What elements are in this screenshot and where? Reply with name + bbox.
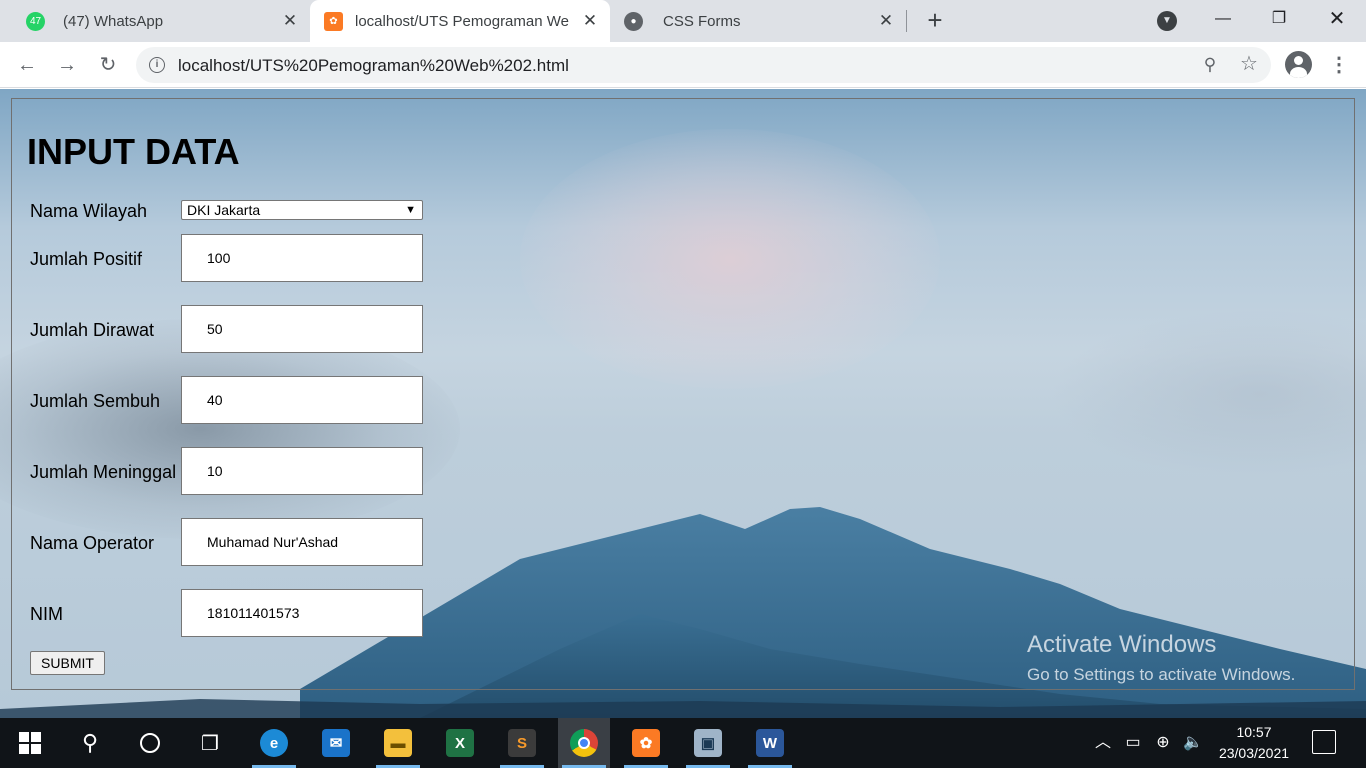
system-clock[interactable]: 10:57 23/03/2021	[1204, 722, 1304, 764]
cortana-icon[interactable]	[124, 718, 176, 768]
start-icon[interactable]	[4, 718, 56, 768]
sublime-text-icon[interactable]: S	[496, 718, 548, 768]
nim-input[interactable]: 181011401573	[181, 589, 423, 637]
close-tab-icon[interactable]: ✕	[876, 11, 896, 31]
minimize-icon[interactable]: —	[1208, 6, 1238, 32]
page-viewport: INPUT DATA Nama Wilayah DKI Jakarta ▼ Ju…	[0, 89, 1366, 718]
word-icon[interactable]: W	[744, 718, 796, 768]
label-jumlah-meninggal: Jumlah Meninggal	[30, 462, 177, 482]
profile-avatar-icon[interactable]	[1285, 51, 1312, 78]
tab-title: CSS Forms	[663, 12, 741, 30]
excel-icon[interactable]: X	[434, 718, 486, 768]
xampp-icon[interactable]: ✿	[620, 718, 672, 768]
chevron-down-icon: ▼	[405, 204, 416, 216]
jumlah-sembuh-input[interactable]: 40	[181, 376, 423, 424]
address-bar[interactable]: i localhost/UTS%20Pemograman%20Web%202.h…	[136, 47, 1271, 83]
close-tab-icon[interactable]: ✕	[580, 11, 600, 31]
notification-center-icon[interactable]	[1312, 730, 1336, 754]
tab-search-icon[interactable]: ▼	[1157, 11, 1177, 31]
mail-icon[interactable]: ✉	[310, 718, 362, 768]
label-jumlah-sembuh: Jumlah Sembuh	[30, 391, 161, 411]
reload-icon[interactable]: ↻	[95, 52, 121, 78]
restore-icon[interactable]: ❐	[1264, 6, 1294, 32]
tab-uts-pemograman[interactable]: ✿ localhost/UTS Pemograman Web ✕	[310, 0, 610, 42]
jumlah-positif-input[interactable]: 100	[181, 234, 423, 282]
new-tab-icon[interactable]: +	[922, 7, 948, 34]
browser-toolbar: ← → ↻ i localhost/UTS%20Pemograman%20Web…	[0, 42, 1366, 88]
wilayah-selected-value: DKI Jakarta	[187, 202, 261, 218]
wilayah-select[interactable]: DKI Jakarta ▼	[181, 200, 423, 220]
search-icon[interactable]: ⚲	[64, 718, 116, 768]
label-jumlah-positif: Jumlah Positif	[30, 249, 143, 269]
watermark-subtitle: Go to Settings to activate Windows.	[1027, 665, 1296, 684]
more-menu-icon[interactable]: ⋮	[1326, 52, 1352, 78]
watermark-title: Activate Windows	[1027, 631, 1217, 658]
tab-css-forms[interactable]: ● CSS Forms ✕	[612, 0, 906, 42]
back-icon[interactable]: ←	[14, 52, 40, 78]
chrome-icon[interactable]	[558, 718, 610, 768]
tab-whatsapp[interactable]: 47 (47) WhatsApp ✕	[18, 0, 310, 42]
battery-icon[interactable]: ▭	[1122, 718, 1144, 768]
globe-icon: ●	[624, 11, 643, 31]
info-icon[interactable]: i	[149, 57, 165, 73]
activate-windows-watermark: Activate Windows Go to Settings to activ…	[1027, 631, 1295, 685]
tab-strip: 47 (47) WhatsApp ✕ ✿ localhost/UTS Pemog…	[0, 0, 1366, 42]
submit-button[interactable]: SUBMIT	[30, 651, 105, 675]
jumlah-dirawat-input[interactable]: 50	[181, 305, 423, 353]
clock-time: 10:57	[1236, 724, 1272, 740]
clock-date: 23/03/2021	[1218, 745, 1290, 761]
page-title: INPUT DATA	[27, 131, 240, 172]
jumlah-meninggal-input[interactable]: 10	[181, 447, 423, 495]
windows-taskbar: ⚲ ❐ e ✉ ▬ X S ✿ ▣ W ︿ ▭ ⊕ 🔈 10:57 23/03/…	[0, 718, 1366, 768]
tab-title: localhost/UTS Pemograman Web	[355, 12, 570, 30]
edge-icon[interactable]: e	[248, 718, 300, 768]
show-hidden-icons-chevron-up-icon[interactable]: ︿	[1092, 718, 1114, 768]
xampp-icon: ✿	[324, 11, 343, 31]
nama-operator-input[interactable]: Muhamad Nur'Ashad	[181, 518, 423, 566]
file-explorer-icon[interactable]: ▬	[372, 718, 424, 768]
zoom-icon[interactable]: ⚲	[1199, 54, 1221, 76]
bookmark-star-icon[interactable]: ☆	[1238, 53, 1260, 75]
label-nama-operator: Nama Operator	[30, 533, 155, 553]
label-nama-wilayah: Nama Wilayah	[30, 201, 148, 221]
remote-desktop-icon[interactable]: ▣	[682, 718, 734, 768]
tab-divider	[906, 10, 907, 32]
tab-title: (47) WhatsApp	[63, 12, 164, 30]
forward-icon[interactable]: →	[54, 52, 80, 78]
url-text[interactable]: localhost/UTS%20Pemograman%20Web%202.htm…	[178, 56, 569, 76]
close-window-icon[interactable]: ✕	[1322, 6, 1352, 32]
network-globe-icon[interactable]: ⊕	[1152, 718, 1174, 768]
label-nim: NIM	[30, 604, 63, 624]
close-tab-icon[interactable]: ✕	[280, 11, 300, 31]
label-jumlah-dirawat: Jumlah Dirawat	[30, 320, 155, 340]
task-view-icon[interactable]: ❐	[184, 718, 236, 768]
whatsapp-icon: 47	[26, 11, 45, 31]
volume-icon[interactable]: 🔈	[1182, 718, 1204, 768]
